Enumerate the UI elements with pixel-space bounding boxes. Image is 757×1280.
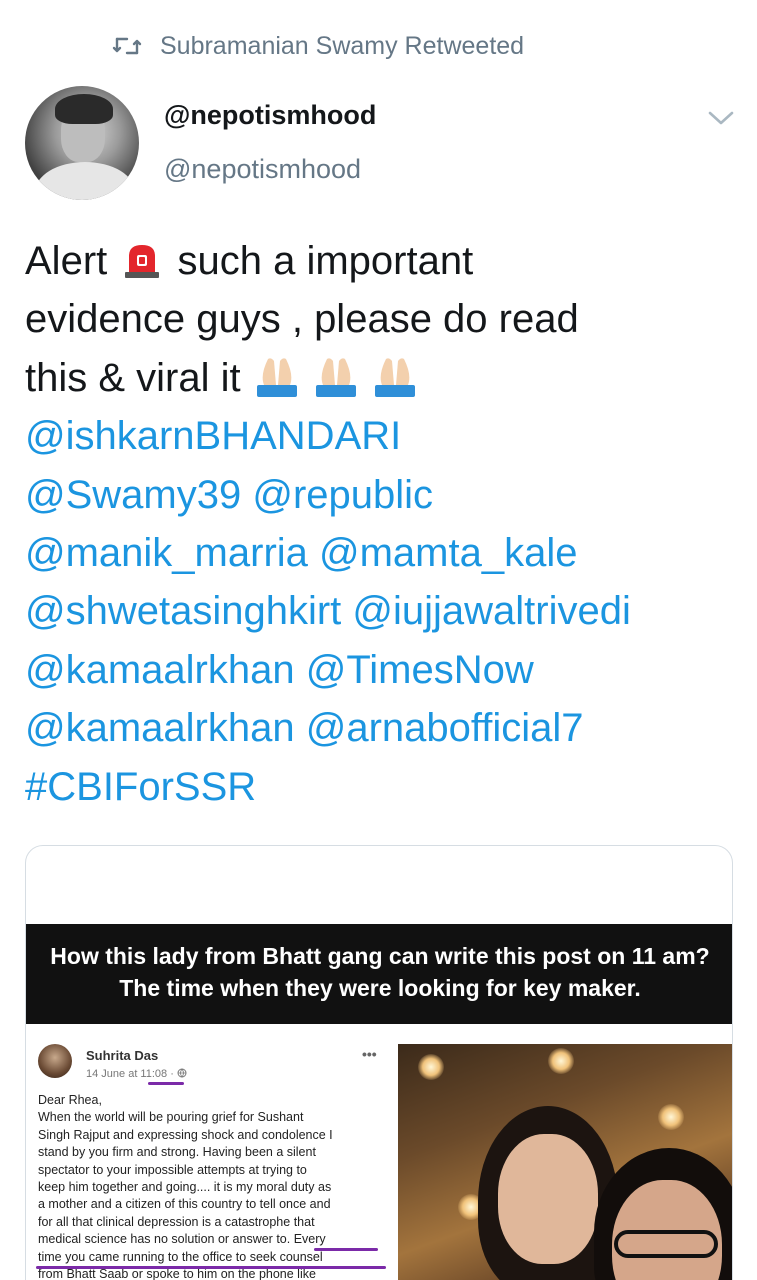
post-body-line: Singh Rajput and expressing shock and co… <box>38 1127 333 1142</box>
tweet-text: Alert such a important evidence guys , p… <box>25 232 737 816</box>
post-body-line: for all that clinical depression is a ca… <box>38 1214 315 1229</box>
globe-icon <box>177 1068 187 1078</box>
folded-hands-icon <box>315 358 356 397</box>
tweet-text-such: such a important <box>177 239 474 283</box>
mention-link[interactable]: @kamaalrkhan @arnabofficial7 <box>25 699 737 757</box>
tweet-line-2: evidence guys , please do read <box>25 297 579 342</box>
mention-link[interactable]: @Swamy39 @republic <box>25 466 737 524</box>
tweet-text-alert: Alert <box>25 239 108 283</box>
media-caption-banner: How this lady from Bhatt gang can write … <box>26 924 732 1024</box>
post-body-line: Dear Rhea, <box>38 1093 102 1107</box>
annotation-underline <box>148 1082 184 1085</box>
folded-hands-icon <box>374 358 415 397</box>
post-body: Dear Rhea, When the world will be pourin… <box>38 1092 388 1280</box>
folded-hands-icon <box>256 358 297 397</box>
post-date: 14 June at 11:08 · <box>86 1066 187 1083</box>
photo-light <box>658 1104 684 1130</box>
avatar-body-shape <box>35 162 135 200</box>
retweet-icon <box>112 37 142 55</box>
post-body-line: medical science has no solution or answe… <box>38 1232 326 1247</box>
post-body-line: spectator to your impossible attempts at… <box>38 1162 307 1177</box>
post-body-line: stand by you firm and strong. Having bee… <box>38 1145 316 1160</box>
photo-light <box>548 1048 574 1074</box>
photo-glasses <box>614 1230 718 1258</box>
annotation-underline <box>314 1248 378 1251</box>
tweet-line-3: this & viral it <box>25 349 737 407</box>
post-more-icon: ••• <box>362 1046 377 1062</box>
author-avatar[interactable] <box>25 86 139 200</box>
hashtag-link[interactable]: #CBIForSSR <box>25 758 737 816</box>
retweet-label: Subramanian Swamy Retweeted <box>160 31 525 60</box>
facebook-post-screenshot: Suhrita Das 14 June at 11:08 · ••• Dear … <box>32 1044 392 1280</box>
mention-link[interactable]: @ishkarnBHANDARI <box>25 407 737 465</box>
banner-line-1: How this lady from Bhatt gang can write … <box>50 943 710 969</box>
post-body-line: keep him together and going.... it is my… <box>38 1180 332 1195</box>
retweet-context[interactable]: Subramanian Swamy Retweeted <box>112 30 524 62</box>
tweet-media-card[interactable]: How this lady from Bhatt gang can write … <box>25 845 733 1280</box>
banner-line-2: The time when they were looking for key … <box>119 975 641 1001</box>
author-display-name[interactable]: @nepotismhood <box>164 100 376 131</box>
mention-link[interactable]: @kamaalrkhan @TimesNow <box>25 641 737 699</box>
photo-light <box>418 1054 444 1080</box>
tweet-line-1: Alert such a important <box>25 232 737 290</box>
post-body-line: time you came running to the office to s… <box>38 1249 323 1264</box>
photo-person-face <box>498 1134 598 1264</box>
post-body-line: When the world will be pouring grief for… <box>38 1110 304 1125</box>
post-body-line: a mother and a citizen of this country t… <box>38 1197 331 1212</box>
post-author-name: Suhrita Das <box>86 1048 159 1063</box>
police-siren-icon <box>125 245 160 278</box>
selfie-photo <box>398 1044 732 1280</box>
author-handle[interactable]: @nepotismhood <box>164 154 361 185</box>
post-author-avatar <box>38 1044 72 1078</box>
mention-link[interactable]: @manik_marria @mamta_kale <box>25 524 737 582</box>
tweet-text-viral: this & viral it <box>25 355 241 400</box>
avatar-hair-shape <box>55 94 113 124</box>
mention-link[interactable]: @shwetasinghkirt @iujjawaltrivedi <box>25 582 737 640</box>
chevron-down-icon[interactable] <box>706 106 736 130</box>
annotation-underline <box>36 1266 386 1269</box>
